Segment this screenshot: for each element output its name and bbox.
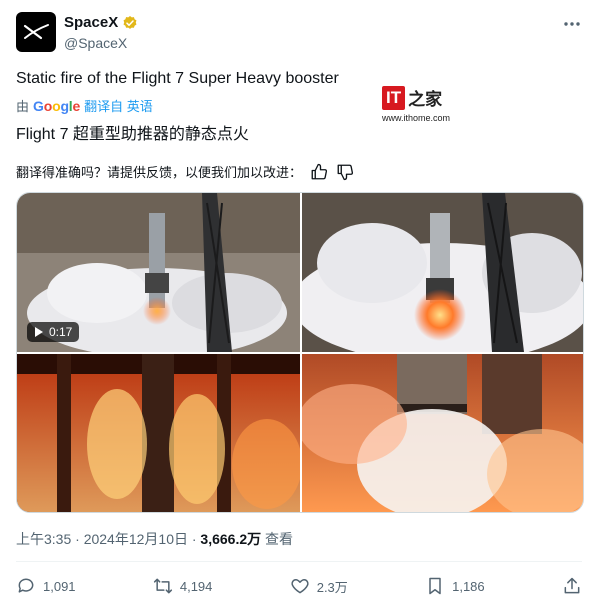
video-duration: 0:17 [49, 325, 73, 339]
post-timestamp[interactable]: 上午3:35 · 2024年12月10日 · [16, 531, 200, 547]
post-text: Static fire of the Flight 7 Super Heavy … [16, 70, 339, 87]
translation-attribution: 由 Google 翻译自 英语 [16, 96, 153, 115]
bookmark-count: 1,186 [452, 578, 485, 594]
spacex-logo-icon [23, 24, 49, 40]
author-row[interactable]: SpaceX [64, 14, 138, 31]
watermark-it-mark: IT [382, 85, 406, 110]
like-icon [291, 579, 309, 594]
media-image-3[interactable] [17, 354, 300, 512]
watermark-url: www.ithome.com [382, 113, 451, 123]
media-video-1[interactable]: 0:17 [17, 193, 300, 352]
media-image-2[interactable] [302, 193, 583, 352]
watermark-logo-text: 之家 [408, 90, 443, 109]
translate-prefix: 由 [16, 99, 30, 114]
feedback-label: 翻译得准确吗？请提供反馈，以便我们加以改进： [16, 165, 303, 180]
more-icon[interactable] [562, 14, 582, 34]
avatar[interactable] [16, 12, 56, 52]
reply-count: 1,091 [43, 578, 76, 594]
share-button[interactable] [562, 576, 582, 596]
bookmark-button[interactable]: 1,186 [425, 576, 485, 596]
play-icon [35, 327, 43, 337]
media-grid: 0:17 [16, 192, 584, 513]
thumbs-up-icon[interactable] [310, 163, 328, 181]
repost-button[interactable]: 4,194 [153, 576, 213, 596]
divider [16, 561, 582, 562]
verified-badge-icon [123, 15, 137, 29]
translation-feedback: 翻译得准确吗？请提供反馈，以便我们加以改进： [16, 162, 354, 181]
repost-icon [153, 578, 172, 594]
bookmark-icon [429, 577, 441, 595]
post-meta: 上午3:35 · 2024年12月10日 · 3,666.2万 查看 [16, 529, 293, 549]
media-image-4[interactable] [302, 354, 583, 512]
ithome-watermark: IT 之家 www.ithome.com [382, 85, 450, 123]
google-logo: Google [33, 97, 81, 114]
view-count: 3,666.2万 [200, 531, 262, 547]
translate-source-link[interactable]: 翻译自 英语 [84, 96, 153, 115]
translated-text: Flight 7 超重型助推器的静态点火 [16, 126, 249, 143]
share-icon [564, 577, 580, 594]
author-handle[interactable]: @SpaceX [64, 35, 127, 51]
author-name[interactable]: SpaceX [64, 14, 118, 31]
reply-icon [18, 578, 34, 593]
video-duration-badge[interactable]: 0:17 [27, 322, 80, 342]
repost-count: 4,194 [179, 578, 213, 594]
action-bar: 1,091 4,194 2.3万 1,186 [16, 576, 582, 596]
thumbs-down-icon[interactable] [336, 163, 354, 181]
like-count: 2.3万 [316, 579, 348, 595]
views-label: 查看 [261, 531, 294, 547]
reply-button[interactable]: 1,091 [16, 576, 76, 596]
like-button[interactable]: 2.3万 [290, 576, 348, 596]
